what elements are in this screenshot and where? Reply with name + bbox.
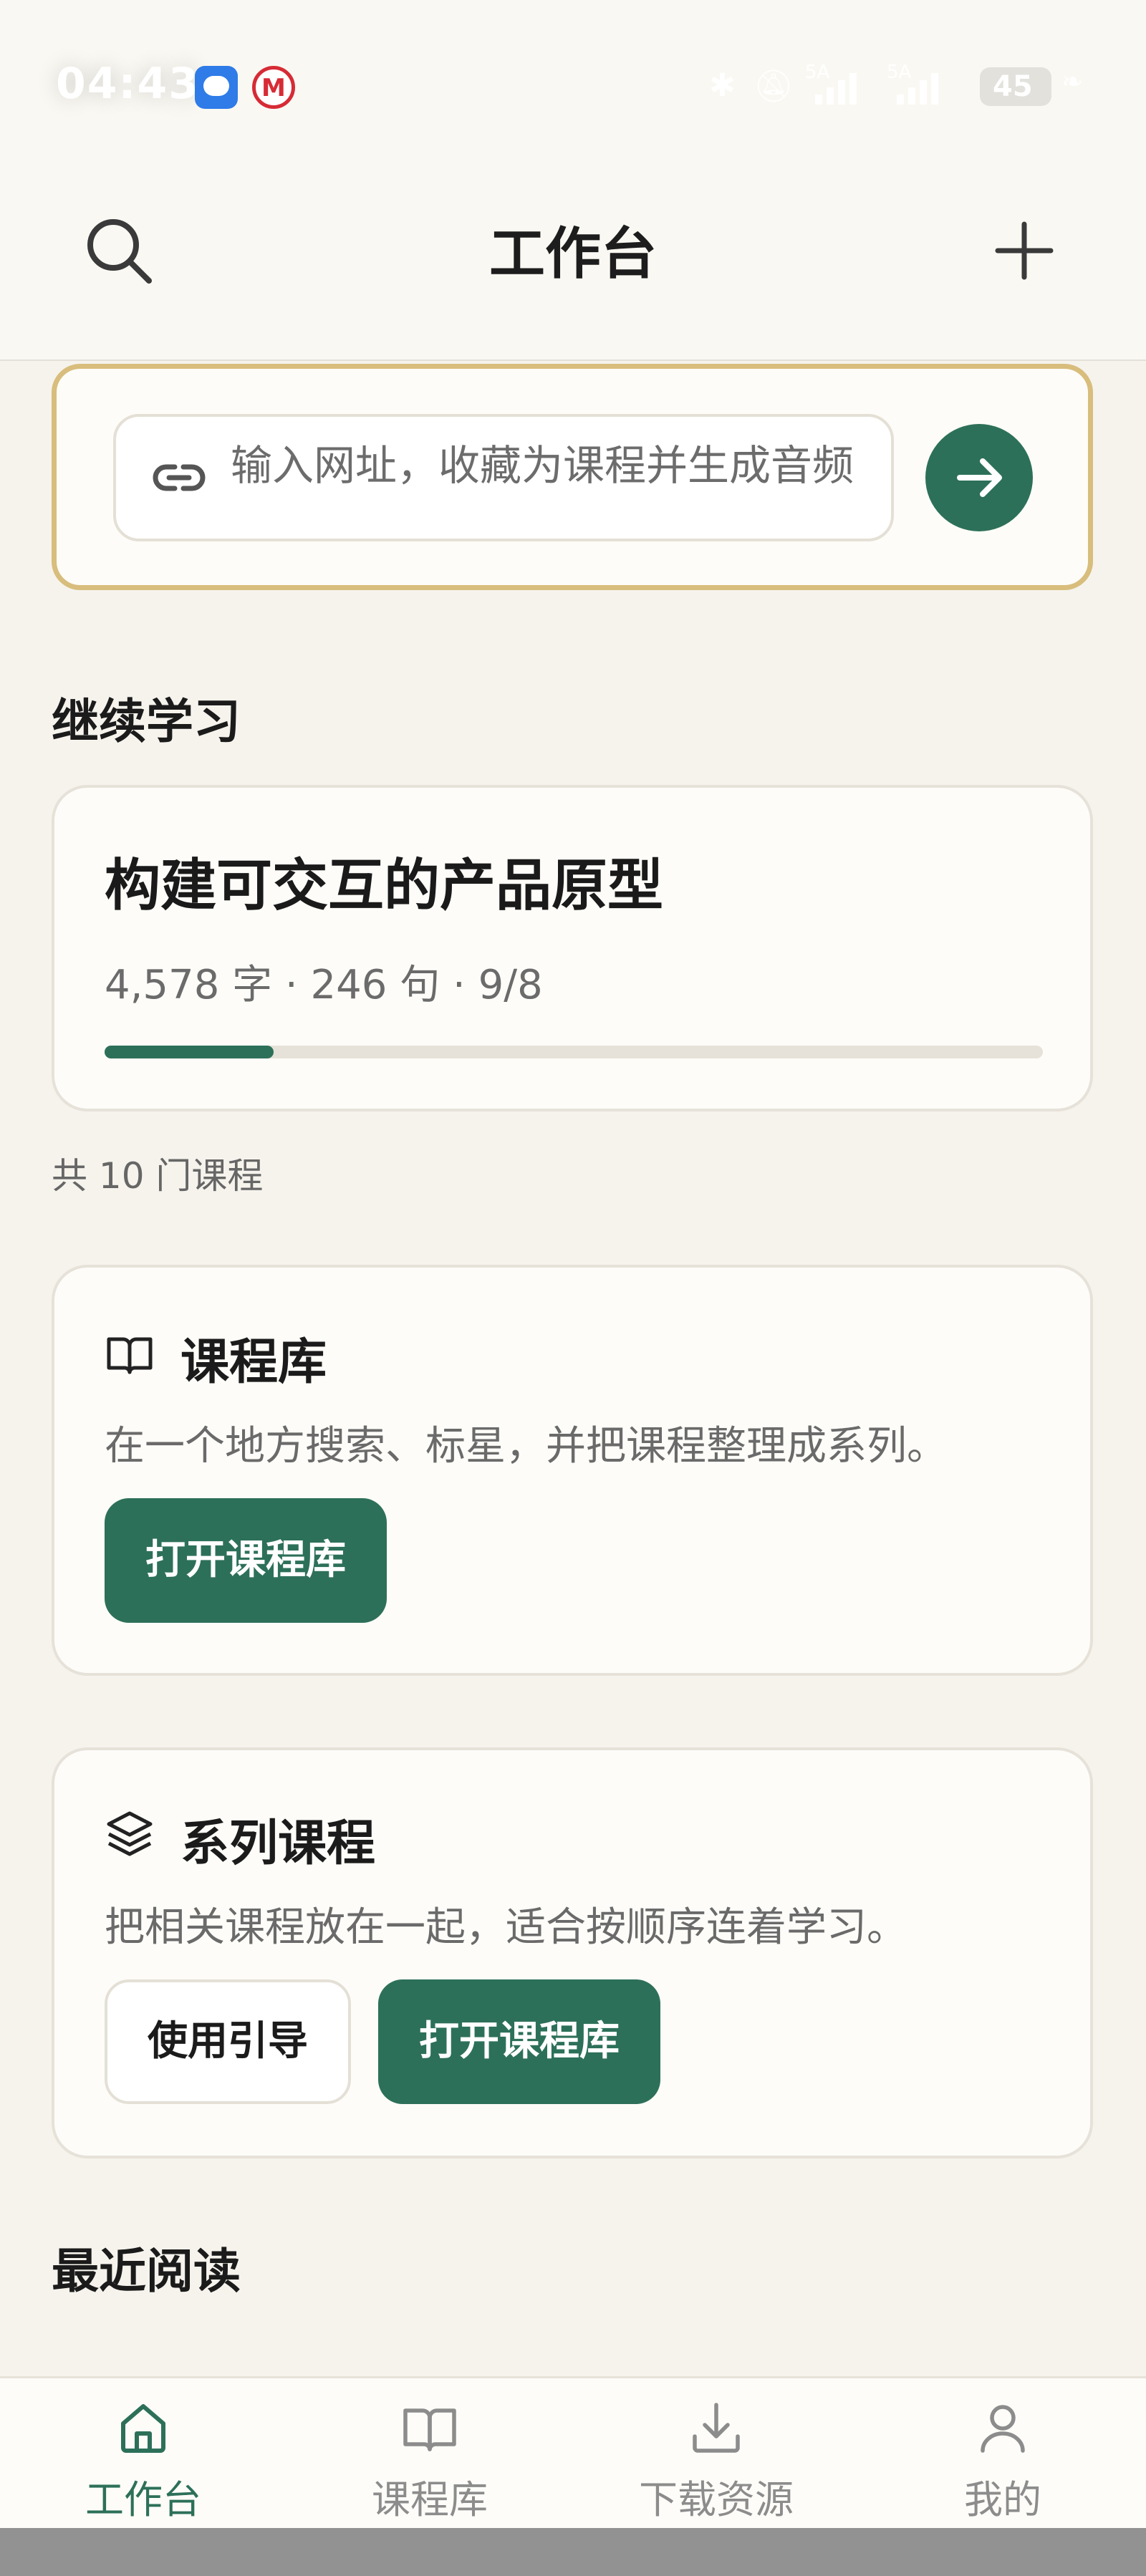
library-card-description: 在一个地方搜索、标星，并把课程整理成系列。 (105, 1423, 947, 1470)
series-card-description: 把相关课程放在一起，适合按顺序连着学习。 (105, 1904, 907, 1951)
user-icon (981, 2405, 1025, 2453)
signal-icon-2 (897, 73, 938, 105)
system-gesture-bar (0, 2528, 1146, 2576)
home-icon (121, 2404, 165, 2453)
course-progress-fill (105, 1046, 274, 1058)
messages-app-icon (195, 66, 238, 109)
nav-label-workbench: 工作台 (85, 2477, 201, 2522)
link-icon (153, 464, 206, 491)
continue-course-card[interactable] (52, 785, 1093, 1111)
leaf-icon: ❧ (1061, 67, 1084, 97)
status-indicators: ✱ 🔕︎ 5A 5A 45 ❧ (709, 62, 1096, 112)
course-title: 构建可交互的产品原型 (105, 854, 664, 918)
submit-url-button[interactable] (925, 424, 1033, 531)
nav-item-downloads[interactable]: 下载资源 (573, 2392, 860, 2528)
nav-label-downloads: 下载资源 (639, 2477, 794, 2522)
mute-icon: 🔕︎ (753, 68, 794, 105)
open-library-button[interactable]: 打开课程库 (105, 1498, 387, 1623)
add-icon[interactable] (992, 218, 1056, 283)
download-icon (693, 2403, 740, 2453)
signal-icon (815, 73, 857, 105)
continue-learning-title: 继续学习 (52, 694, 241, 749)
course-meta: 4,578 字 · 246 句 · 9/8 (105, 962, 543, 1008)
nav-item-library[interactable]: 课程库 (286, 2392, 573, 2528)
battery-icon: 45 (980, 67, 1051, 106)
use-guide-button[interactable]: 使用引导 (105, 1979, 351, 2104)
status-time: 04:43 (56, 59, 200, 109)
layers-icon (107, 1811, 153, 1856)
url-input-placeholder: 输入网址，收藏为课程并生成音频 (231, 441, 854, 490)
library-card-title: 课程库 (180, 1334, 327, 1391)
nav-label-library: 课程库 (372, 2477, 488, 2522)
bluetooth-icon: ✱ (709, 67, 736, 104)
open-series-library-button[interactable]: 打开课程库 (378, 1979, 660, 2104)
series-card-title: 系列课程 (180, 1815, 376, 1872)
book-open-icon (107, 1337, 153, 1374)
nav-label-profile: 我的 (964, 2477, 1041, 2522)
recent-reading-title: 最近阅读 (52, 2244, 241, 2299)
nav-item-profile[interactable]: 我的 (860, 2392, 1146, 2528)
course-count: 共 10 门课程 (52, 1155, 264, 1197)
nav-item-workbench[interactable]: 工作台 (0, 2392, 286, 2528)
book-icon (403, 2408, 456, 2451)
bank-app-icon: M (252, 66, 295, 109)
arrow-right-icon (957, 458, 1002, 497)
page-title: 工作台 (488, 222, 657, 286)
